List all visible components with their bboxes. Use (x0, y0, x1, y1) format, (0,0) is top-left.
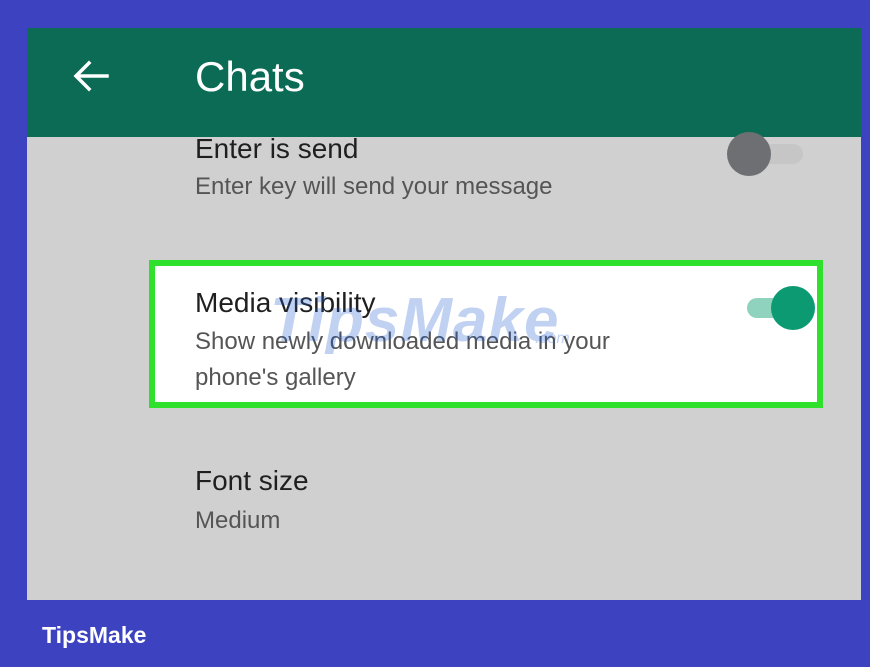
page-title: Chats (195, 53, 305, 100)
setting-subtitle: Enter key will send your message (195, 173, 553, 200)
setting-title: Font size (195, 465, 309, 496)
setting-title: Enter is send (195, 133, 359, 164)
settings-screen: Chats Enter is send Enter key will send … (27, 28, 861, 600)
app-bar: Chats (27, 28, 861, 137)
media-visibility-highlight[interactable]: Media visibility Show newly downloaded m… (149, 260, 823, 408)
brand-logo: TipsMake (42, 622, 147, 648)
toggle-thumb (727, 132, 771, 176)
back-arrow-icon[interactable] (69, 54, 113, 98)
setting-row-font-size[interactable]: Font size Medium (27, 448, 861, 548)
enter-is-send-toggle[interactable] (727, 132, 809, 176)
media-visibility-toggle[interactable] (741, 286, 823, 330)
setting-title: Media visibility (195, 287, 376, 318)
toggle-thumb (771, 286, 815, 330)
setting-value: Medium (195, 507, 281, 534)
setting-subtitle: Show newly downloaded media in your phon… (195, 328, 610, 391)
setting-row-enter-is-send[interactable]: Enter is send Enter key will send your m… (27, 124, 861, 214)
